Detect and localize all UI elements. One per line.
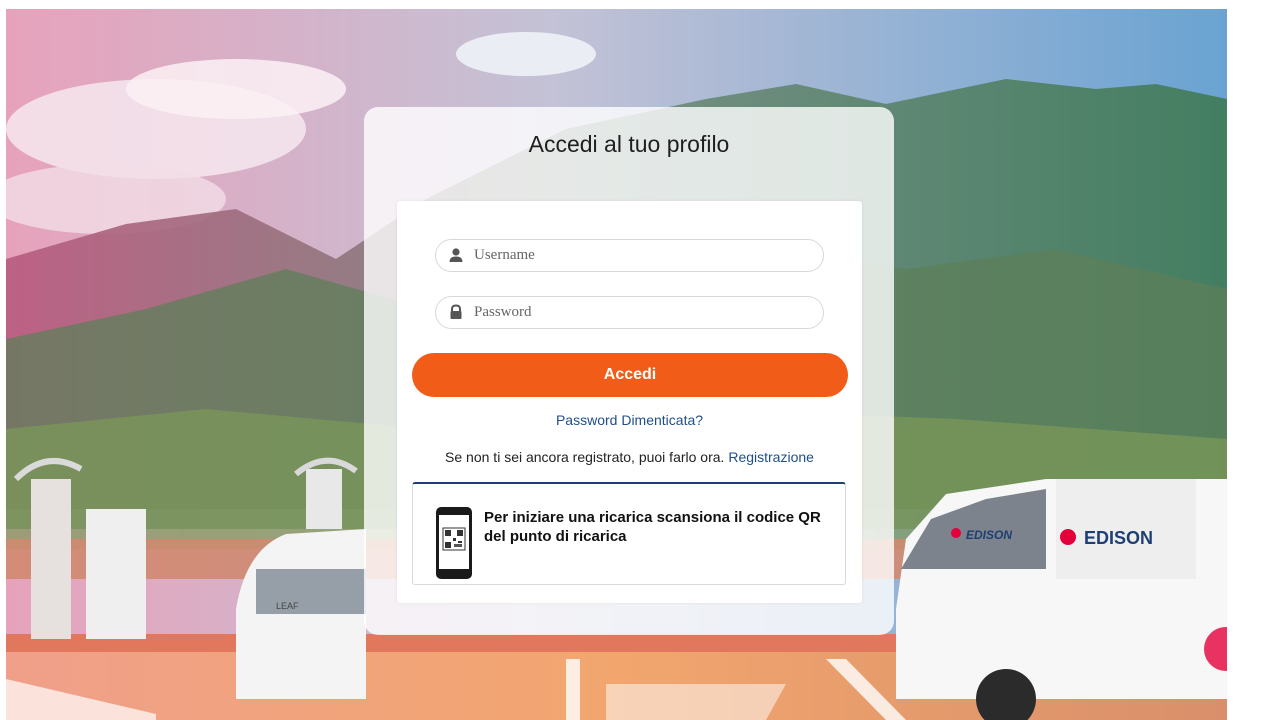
password-field[interactable] (435, 296, 824, 329)
username-field[interactable] (435, 239, 824, 272)
user-icon (449, 248, 463, 262)
username-input[interactable] (474, 241, 804, 270)
qr-info-box: Per iniziare una ricarica scansiona il c… (412, 482, 846, 585)
van-brand-text: EDISON (1084, 528, 1153, 548)
phone-qr-icon (436, 507, 472, 579)
login-button[interactable]: Accedi (412, 353, 848, 397)
register-link[interactable]: Registrazione (728, 449, 814, 465)
qr-hint-text: Per iniziare una ricarica scansiona il c… (484, 509, 821, 545)
login-title: Accedi al tuo profilo (528, 131, 730, 157)
van-door-brand-text: EDISON (966, 528, 1012, 542)
password-input[interactable] (474, 298, 804, 327)
register-prompt-text: Se non ti sei ancora registrato, puoi fa… (445, 449, 725, 465)
forgot-password-link[interactable]: Password Dimenticata? (397, 412, 862, 428)
car-model-text: LEAF (276, 601, 299, 611)
lock-icon (450, 304, 462, 319)
page: LEAF EDISON EDISON Accedi al tuo profilo (0, 0, 1282, 720)
register-prompt: Se non ti sei ancora registrato, puoi fa… (397, 449, 862, 465)
login-form: Accedi Password Dimenticata? Se non ti s… (397, 201, 862, 603)
login-card: Accedi al tuo profilo Accedi Password D (364, 107, 894, 635)
top-border (0, 0, 1282, 9)
